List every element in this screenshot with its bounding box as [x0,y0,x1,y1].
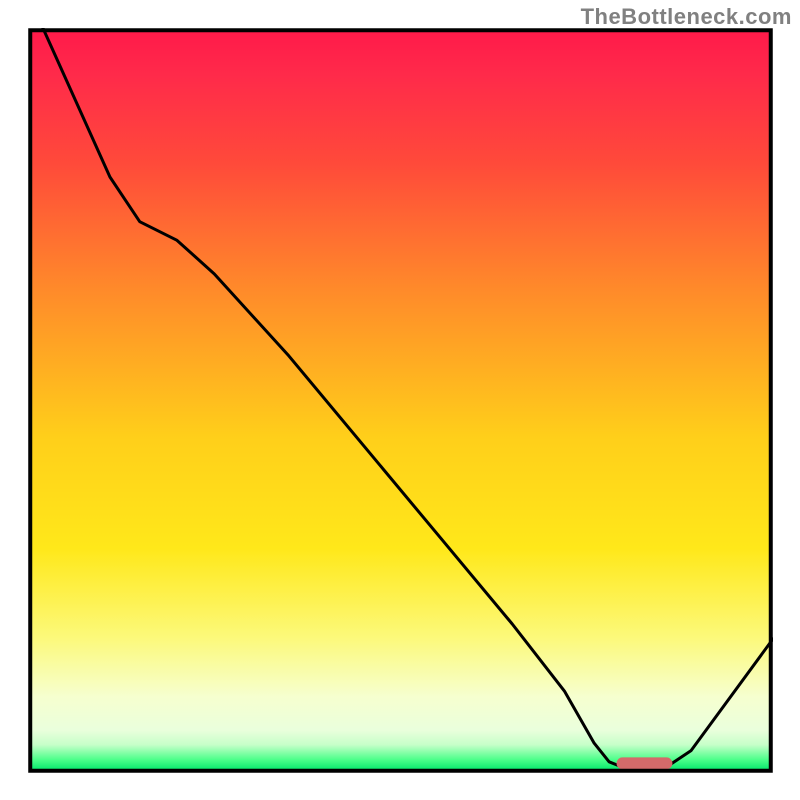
gradient-background [30,30,771,771]
optimal-marker [617,757,673,769]
plot-svg [28,28,773,773]
bottleneck-plot [28,28,773,773]
watermark-text: TheBottleneck.com [581,4,792,30]
